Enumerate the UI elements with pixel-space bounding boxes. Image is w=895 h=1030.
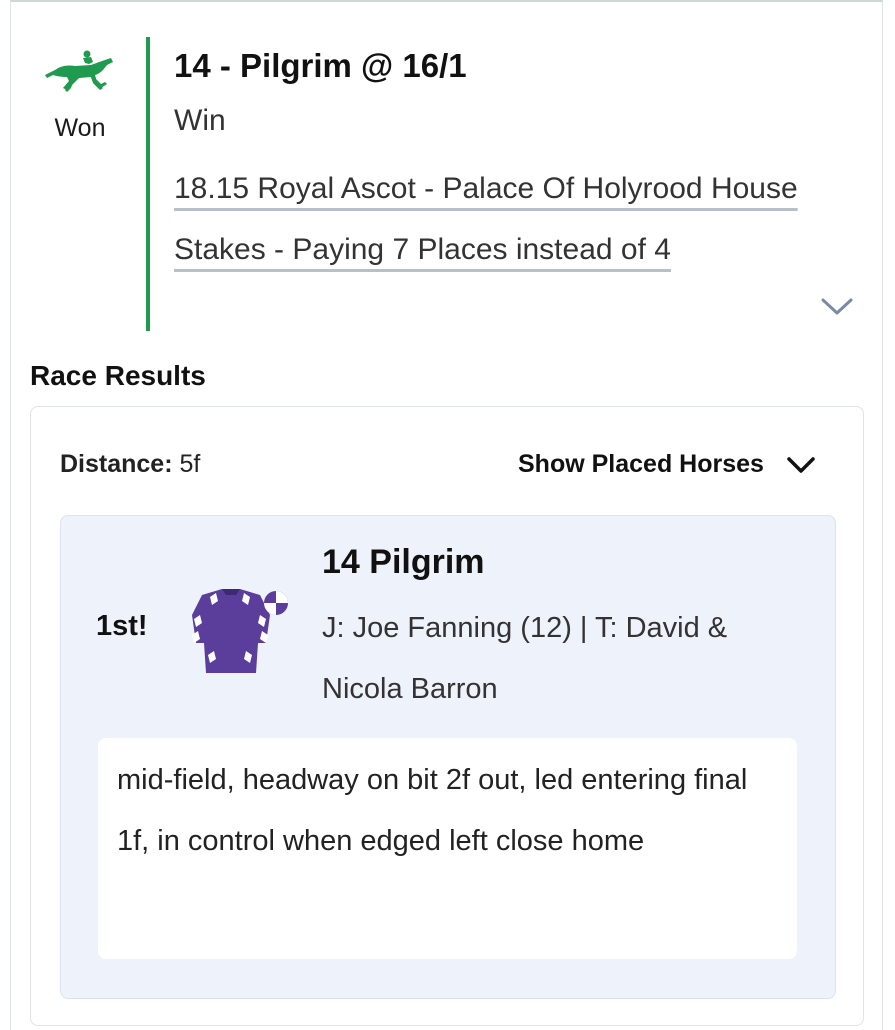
show-placed-horses-button[interactable]: Show Placed Horses bbox=[518, 450, 816, 479]
bet-type: Win bbox=[174, 104, 226, 137]
winner-connections: J: Joe Fanning (12) | T: David & Nicola … bbox=[322, 612, 728, 705]
distance-value: 5f bbox=[179, 450, 201, 478]
race-distance: Distance: 5f bbox=[60, 450, 200, 479]
bet-selection: 14 - Pilgrim @ 16/1 bbox=[174, 47, 467, 84]
bet-status: Won bbox=[40, 48, 120, 143]
finish-position: 1st! bbox=[96, 610, 148, 642]
race-comment: mid-field, headway on bit 2f out, led en… bbox=[117, 764, 748, 857]
status-label: Won bbox=[54, 114, 106, 142]
race-link-text[interactable]: 18.15 Royal Ascot - Palace Of Holyrood H… bbox=[174, 172, 798, 266]
jockey-silks-icon bbox=[192, 589, 288, 673]
chevron-down-icon[interactable] bbox=[820, 296, 854, 318]
race-comment-box: mid-field, headway on bit 2f out, led en… bbox=[98, 738, 797, 959]
chevron-down-icon[interactable] bbox=[786, 455, 816, 475]
race-results-heading: Race Results bbox=[30, 360, 206, 391]
winner-horse-name: 14 Pilgrim bbox=[322, 543, 485, 581]
racing-horse-icon bbox=[45, 50, 113, 92]
show-placed-label[interactable]: Show Placed Horses bbox=[518, 450, 764, 479]
race-link[interactable]: 18.15 Royal Ascot - Palace Of Holyrood H… bbox=[174, 158, 814, 280]
status-bar bbox=[146, 37, 150, 331]
distance-label: Distance: bbox=[60, 450, 173, 478]
